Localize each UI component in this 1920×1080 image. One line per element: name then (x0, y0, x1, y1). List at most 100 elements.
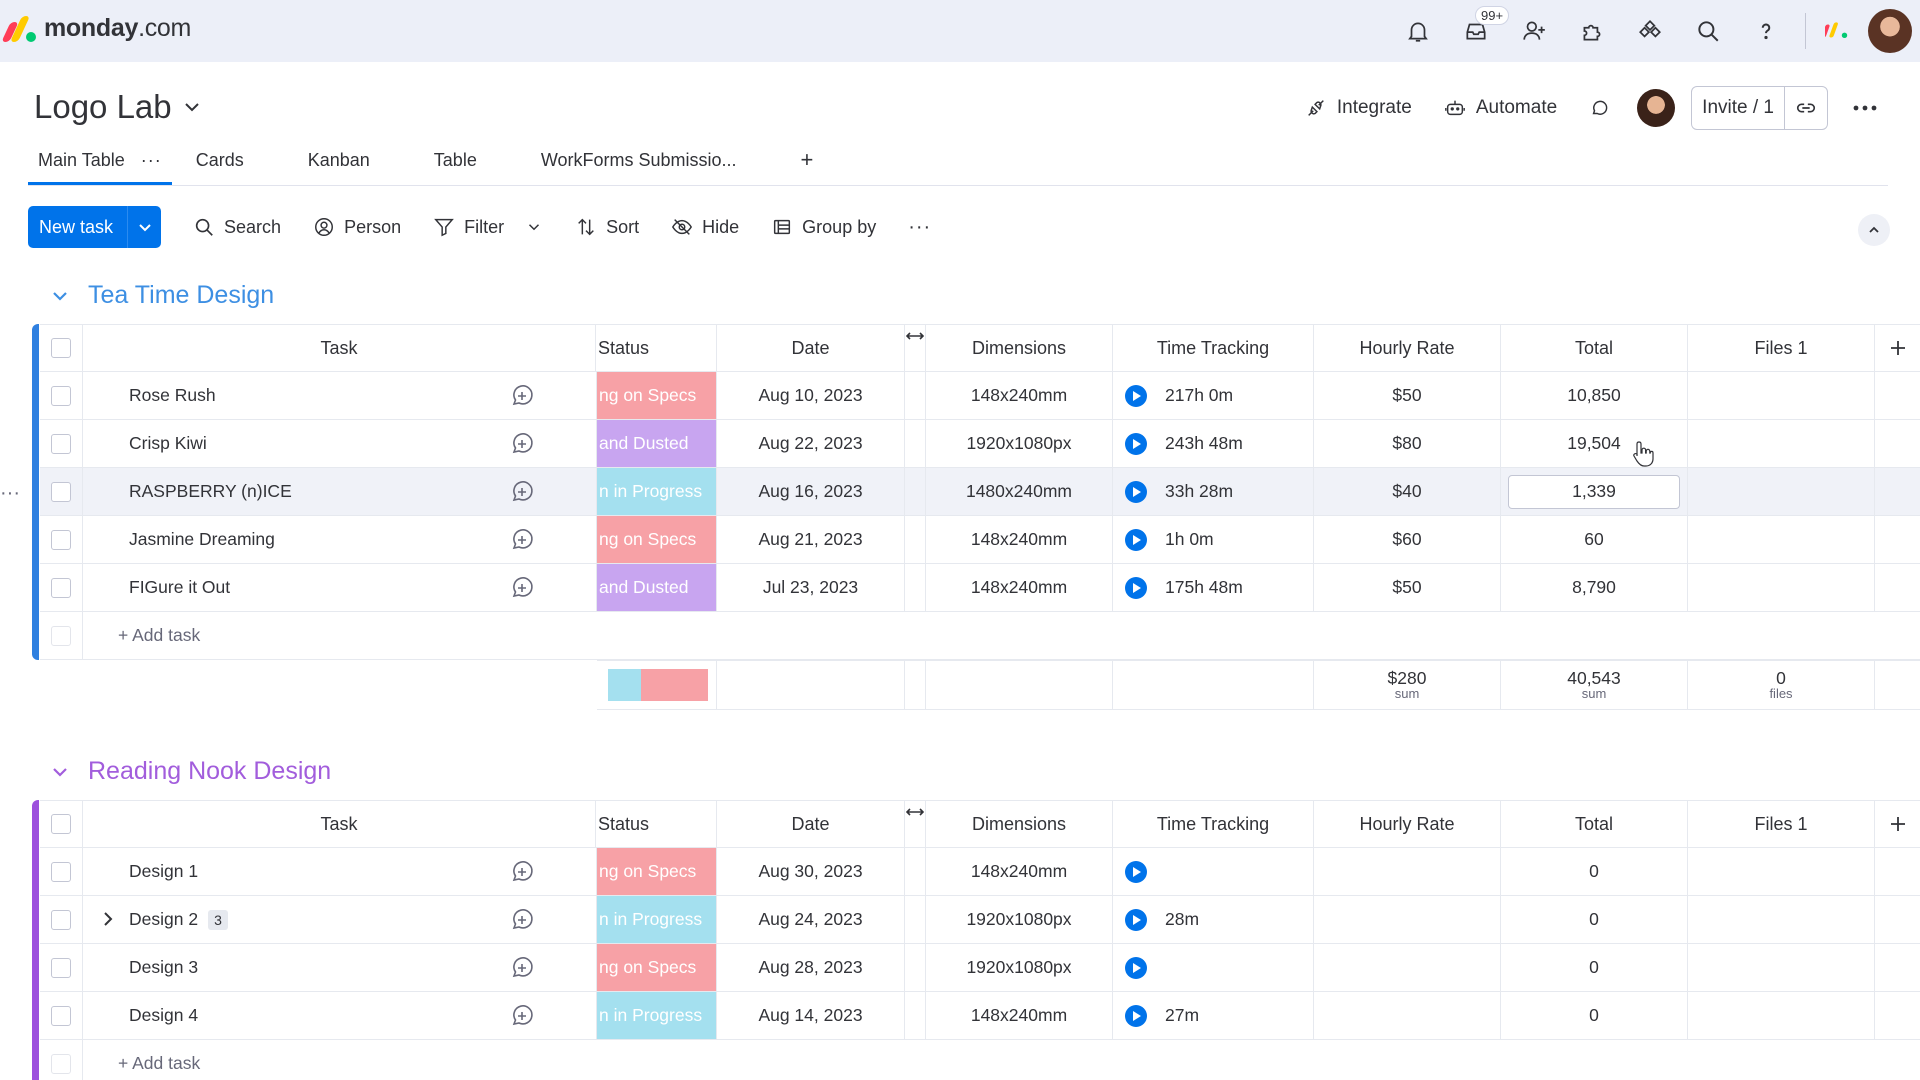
add-update-icon[interactable] (509, 527, 535, 553)
time-tracking-cell[interactable]: 33h 28m (1113, 468, 1314, 516)
row-checkbox[interactable] (51, 577, 71, 598)
row-checkbox[interactable] (51, 338, 71, 358)
row-menu-button[interactable]: ··· (0, 482, 20, 505)
column-header-hourly-rate[interactable]: Hourly Rate (1314, 800, 1501, 848)
play-timer-icon[interactable] (1125, 576, 1147, 599)
dimensions-cell[interactable]: 148x240mm (926, 564, 1113, 612)
hourly-rate-cell[interactable]: $40 (1314, 468, 1501, 516)
row-checkbox[interactable] (51, 385, 71, 406)
monday-logo[interactable]: monday.com (1, 14, 191, 43)
dimensions-cell[interactable]: 148x240mm (926, 992, 1113, 1040)
row-checkbox[interactable] (51, 814, 71, 834)
date-cell[interactable]: Aug 22, 2023 (717, 420, 905, 468)
group-title-tea-time-design[interactable]: Tea Time Design (50, 281, 274, 310)
files-cell[interactable] (1688, 896, 1875, 944)
column-header-time-tracking[interactable]: Time Tracking (1113, 324, 1314, 372)
files-cell[interactable] (1688, 564, 1875, 612)
files-cell[interactable] (1688, 372, 1875, 420)
status-cell[interactable]: n in Progress (597, 896, 717, 944)
add-update-button[interactable] (479, 372, 597, 420)
time-tracking-cell[interactable]: 27m (1113, 992, 1314, 1040)
task-name-cell[interactable]: FIGure it Out (83, 564, 479, 612)
integrate-button[interactable]: Integrate (1289, 86, 1428, 130)
board-owner-avatar[interactable] (1637, 89, 1676, 127)
time-tracking-cell[interactable] (1113, 944, 1314, 992)
expand-subitems-icon[interactable] (99, 910, 117, 928)
hourly-rate-cell[interactable] (1314, 896, 1501, 944)
collapse-header-button[interactable] (1858, 214, 1890, 246)
status-cell[interactable]: ng on Specs (597, 516, 717, 564)
dimensions-cell[interactable]: 1920x1080px (926, 896, 1113, 944)
hourly-rate-cell[interactable]: $60 (1314, 516, 1501, 564)
column-header-files[interactable]: Files 1 (1688, 324, 1875, 372)
row-checkbox[interactable] (51, 1005, 71, 1026)
files-cell[interactable] (1688, 992, 1875, 1040)
status-cell[interactable]: ng on Specs (597, 944, 717, 992)
play-timer-icon[interactable] (1125, 1004, 1147, 1027)
column-header-time-tracking[interactable]: Time Tracking (1113, 800, 1314, 848)
date-cell[interactable]: Aug 28, 2023 (717, 944, 905, 992)
time-tracking-cell[interactable]: 217h 0m (1113, 372, 1314, 420)
group-by-tool[interactable]: Group by (771, 216, 876, 238)
inbox-button[interactable]: 99+ (1447, 0, 1510, 62)
time-tracking-cell[interactable]: 175h 48m (1113, 564, 1314, 612)
files-cell[interactable] (1688, 468, 1875, 516)
table-row[interactable]: Design 2 3 n in Progress Aug 24, 2023 1920x1… (32, 896, 1920, 944)
add-update-icon[interactable] (509, 575, 535, 601)
column-resize-handle[interactable] (905, 800, 926, 848)
notifications-button[interactable] (1389, 0, 1447, 62)
table-row[interactable]: Design 4 n in Progress Aug 14, 2023 148x240… (32, 992, 1920, 1040)
tab-main-table[interactable]: Main Table ··· (28, 150, 172, 185)
add-update-icon[interactable] (509, 383, 535, 409)
add-update-icon[interactable] (509, 907, 535, 933)
copy-link-button[interactable] (1785, 87, 1827, 129)
table-row[interactable]: Jasmine Dreaming ng on Specs Aug 21, 2023 1… (32, 516, 1920, 564)
add-task-row[interactable]: + Add task (32, 612, 1920, 660)
row-checkbox[interactable] (51, 529, 71, 550)
task-name-cell[interactable]: Crisp Kiwi (83, 420, 479, 468)
table-row[interactable]: Design 1 ng on Specs Aug 30, 2023 148x240mm… (32, 848, 1920, 896)
tab-workforms[interactable]: WorkForms Submissio... (531, 150, 747, 185)
date-cell[interactable]: Jul 23, 2023 (717, 564, 905, 612)
add-view-button[interactable]: + (791, 147, 824, 185)
date-cell[interactable]: Aug 16, 2023 (717, 468, 905, 516)
person-filter[interactable]: Person (313, 216, 401, 238)
board-updates-button[interactable] (1573, 86, 1627, 130)
tab-more-icon[interactable]: ··· (141, 150, 162, 171)
column-header-dimensions[interactable]: Dimensions (926, 800, 1113, 848)
tab-table[interactable]: Table (424, 150, 487, 185)
task-name-cell[interactable]: Rose Rush (83, 372, 479, 420)
row-checkbox[interactable] (51, 433, 71, 454)
add-update-icon[interactable] (509, 859, 535, 885)
status-cell[interactable]: and Dusted (597, 564, 717, 612)
task-name-cell[interactable]: Design 1 (83, 848, 479, 896)
table-row[interactable]: Design 3 ng on Specs Aug 28, 2023 1920x1080… (32, 944, 1920, 992)
status-cell[interactable]: n in Progress (597, 468, 717, 516)
row-checkbox[interactable] (51, 1053, 71, 1074)
add-task-input[interactable]: + Add task (83, 1040, 1920, 1080)
add-update-button[interactable] (479, 944, 597, 992)
hourly-rate-cell[interactable]: $50 (1314, 372, 1501, 420)
status-cell[interactable]: ng on Specs (597, 848, 717, 896)
row-checkbox[interactable] (51, 481, 71, 502)
files-cell[interactable] (1688, 848, 1875, 896)
automate-button[interactable]: Automate (1428, 86, 1573, 130)
column-header-dimensions[interactable]: Dimensions (926, 324, 1113, 372)
group-title-reading-nook-design[interactable]: Reading Nook Design (50, 757, 331, 786)
dimensions-cell[interactable]: 1480x240mm (926, 468, 1113, 516)
sort-tool[interactable]: Sort (575, 216, 639, 238)
help-button[interactable] (1737, 0, 1795, 62)
invite-members-button[interactable] (1505, 0, 1563, 62)
hourly-rate-cell[interactable] (1314, 848, 1501, 896)
hourly-rate-cell[interactable] (1314, 944, 1501, 992)
column-header-total[interactable]: Total (1501, 324, 1688, 372)
date-cell[interactable]: Aug 14, 2023 (717, 992, 905, 1040)
date-cell[interactable]: Aug 30, 2023 (717, 848, 905, 896)
play-timer-icon[interactable] (1125, 432, 1147, 455)
play-timer-icon[interactable] (1125, 480, 1147, 503)
apps-button[interactable] (1563, 0, 1621, 62)
new-task-dropdown[interactable] (127, 206, 161, 248)
column-header-task[interactable]: Task (83, 324, 596, 372)
task-name-cell[interactable]: Design 3 (83, 944, 479, 992)
add-update-button[interactable] (479, 992, 597, 1040)
